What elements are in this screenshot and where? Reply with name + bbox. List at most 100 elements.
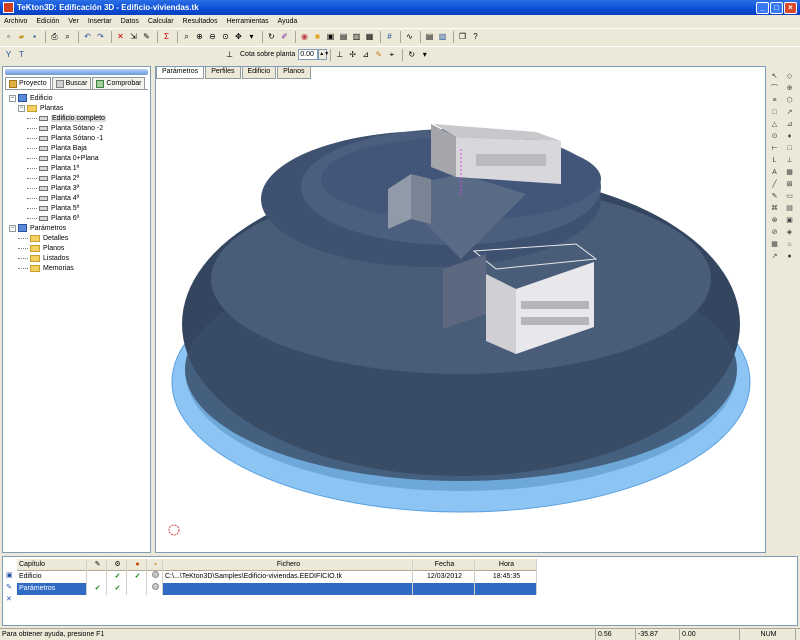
print-icon[interactable]: ⎙	[49, 31, 60, 42]
tree-item[interactable]: Planta 4ª	[9, 193, 150, 203]
tree-item[interactable]: Planta 2ª	[9, 173, 150, 183]
right-tool-icon[interactable]: ▤	[785, 204, 794, 213]
tab-buscar[interactable]: Buscar	[51, 77, 92, 89]
refresh-dropdown-icon[interactable]: ▾	[419, 49, 430, 60]
table-row[interactable]: Edificio ✓ ✓ C:\...\TeKton3D\Samples\Edi…	[17, 571, 537, 583]
right-tool-icon[interactable]: △	[770, 120, 779, 129]
layers-icon[interactable]: ▥	[351, 31, 362, 42]
right-tool-icon[interactable]: □	[770, 108, 779, 117]
right-tool-icon[interactable]: □	[785, 144, 794, 153]
view-dropdown-icon[interactable]: ▾	[246, 31, 257, 42]
tree-item[interactable]: Planta 5ª	[9, 203, 150, 213]
pan-icon[interactable]: ✥	[233, 31, 244, 42]
col-hora[interactable]: Hora	[475, 558, 537, 571]
tree-item[interactable]: Planta Baja	[9, 143, 150, 153]
tree-expander-icon[interactable]: −	[9, 224, 16, 232]
right-tool-icon[interactable]: ♦	[785, 132, 794, 141]
tree-item[interactable]: Detalles	[9, 233, 150, 243]
menu-edicion[interactable]: Edición	[36, 18, 59, 25]
print-preview-icon[interactable]: ⌕	[62, 31, 73, 42]
tab-comprobar[interactable]: Comprobar	[92, 77, 146, 89]
scene-canvas[interactable]	[156, 79, 765, 552]
snap-icon[interactable]: ✢	[347, 49, 358, 60]
tree-item[interactable]: − Edificio	[9, 93, 150, 103]
levels-icon[interactable]: ⊥	[334, 49, 345, 60]
sum-icon[interactable]: Σ	[161, 31, 172, 42]
right-tool-icon[interactable]: ●	[785, 252, 794, 261]
copy-view-icon[interactable]: ❐	[457, 31, 468, 42]
menu-resultados[interactable]: Resultados	[183, 18, 218, 25]
right-tool-icon[interactable]: ↖	[770, 72, 779, 81]
col-lock-icon[interactable]: ▪	[147, 558, 163, 571]
right-tool-icon[interactable]: ▣	[785, 216, 794, 225]
menu-archivo[interactable]: Archivo	[4, 18, 27, 25]
tree-item[interactable]: Memorias	[9, 263, 150, 273]
eye-icon[interactable]: ◉	[299, 31, 310, 42]
tab-perfiles[interactable]: Perfiles	[205, 67, 241, 79]
tree-item[interactable]: Planos	[9, 243, 150, 253]
document-icon[interactable]: ▧	[437, 31, 448, 42]
cota-input[interactable]: 0.00	[298, 49, 319, 60]
right-tool-icon[interactable]: L	[770, 156, 779, 165]
col-status-icon[interactable]: ●	[127, 558, 147, 571]
undo-icon[interactable]: ↶	[82, 31, 93, 42]
pencil-icon[interactable]: ✐	[279, 31, 290, 42]
right-tool-icon[interactable]: ⌘	[770, 204, 779, 213]
tab-edificio[interactable]: Edificio	[241, 67, 277, 79]
zoom-window-icon[interactable]: ⌕	[181, 31, 192, 42]
tree-item[interactable]: Edificio completo	[9, 113, 150, 123]
right-tool-icon[interactable]: ↗	[770, 252, 779, 261]
arrow-t-icon[interactable]: T	[16, 49, 27, 60]
right-tool-icon[interactable]: ⬡	[785, 96, 794, 105]
right-tool-icon[interactable]: ▭	[785, 192, 794, 201]
report-icon[interactable]: ▤	[424, 31, 435, 42]
right-tool-icon[interactable]: ⌒	[770, 84, 779, 93]
tree-item[interactable]: Planta 6ª	[9, 213, 150, 223]
table-row[interactable]: Parámetros ✓ ✓	[17, 583, 537, 595]
right-tool-icon[interactable]: ⊥	[785, 156, 794, 165]
save-icon[interactable]: ▪	[29, 31, 40, 42]
cursor-icon[interactable]: ⌖	[386, 49, 397, 60]
open-folder-icon[interactable]: ▰	[16, 31, 27, 42]
right-tool-icon[interactable]: ▦	[770, 240, 779, 249]
menu-insertar[interactable]: Insertar	[88, 18, 112, 25]
tree-expander-icon[interactable]: −	[18, 104, 25, 112]
menu-ayuda[interactable]: Ayuda	[278, 18, 298, 25]
photo-icon[interactable]: ▦	[364, 31, 375, 42]
menu-ver[interactable]: Ver	[68, 18, 79, 25]
tree-item[interactable]: Planta 0+Plana	[9, 153, 150, 163]
menu-herramientas[interactable]: Herramientas	[227, 18, 269, 25]
tab-proyecto[interactable]: Proyecto	[5, 77, 51, 89]
right-tool-icon[interactable]: ⊙	[770, 132, 779, 141]
redo-icon[interactable]: ↷	[95, 31, 106, 42]
tab-planos[interactable]: Planos	[277, 67, 311, 79]
right-tool-icon[interactable]: ✎	[770, 192, 779, 201]
import-icon[interactable]: ⇲	[128, 31, 139, 42]
tab-parametros[interactable]: Parámetros	[156, 67, 205, 79]
tree-item[interactable]: Planta Sótano -1	[9, 133, 150, 143]
menu-datos[interactable]: Datos	[121, 18, 139, 25]
right-tool-icon[interactable]: ▦	[785, 168, 794, 177]
right-tool-icon[interactable]: ≡	[770, 96, 779, 105]
right-tool-icon[interactable]: ⊿	[785, 120, 794, 129]
render-icon[interactable]: ■	[312, 31, 323, 42]
grid-icon[interactable]: #	[384, 31, 395, 42]
arrow-y-icon[interactable]: Y	[3, 49, 14, 60]
viewport-3d[interactable]: Parámetros Perfiles Edificio Planos	[155, 66, 766, 553]
menu-calcular[interactable]: Calcular	[148, 18, 174, 25]
wireframe-icon[interactable]: ▣	[325, 31, 336, 42]
brush-icon[interactable]: ✎	[141, 31, 152, 42]
close-button[interactable]: ×	[784, 1, 797, 14]
tree-expander-icon[interactable]: −	[9, 94, 16, 102]
right-tool-icon[interactable]: ◈	[785, 228, 794, 237]
zoom-in-icon[interactable]: ⊕	[194, 31, 205, 42]
right-tool-icon[interactable]: ↗	[785, 108, 794, 117]
edit-icon[interactable]: ✎	[373, 49, 384, 60]
measure-icon[interactable]: ⊿	[360, 49, 371, 60]
shaded-icon[interactable]: ▤	[338, 31, 349, 42]
tree-item[interactable]: Planta 3ª	[9, 183, 150, 193]
zoom-out-icon[interactable]: ⊖	[207, 31, 218, 42]
right-tool-icon[interactable]: ⊠	[785, 180, 794, 189]
col-calc-icon[interactable]: ⚙	[107, 558, 127, 571]
tree-item[interactable]: − Plantas	[9, 103, 150, 113]
